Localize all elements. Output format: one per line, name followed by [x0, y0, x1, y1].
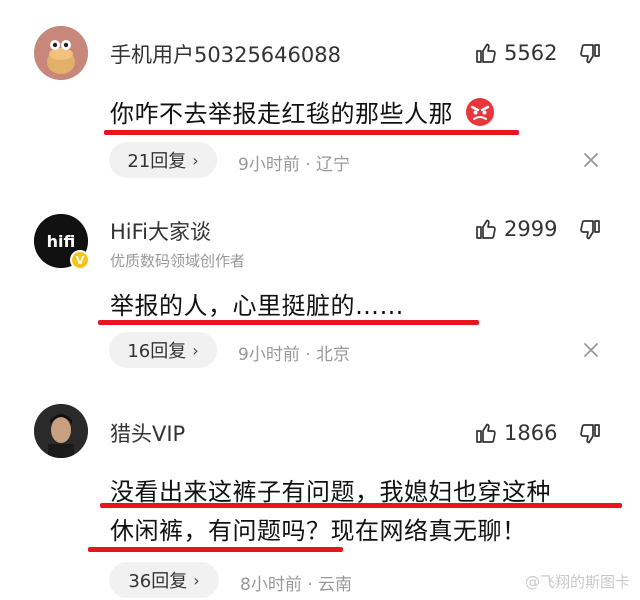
- like-button[interactable]: 1866: [474, 418, 557, 448]
- timestamp-location: 8小时前 · 云南: [240, 575, 353, 595]
- timestamp-location: 9小时前 · 北京: [238, 345, 351, 365]
- thumbs-down-icon[interactable]: [578, 218, 602, 242]
- replies-button[interactable]: 21回复 ›: [109, 142, 217, 178]
- comment-text: 你咋不去举报走红毯的那些人那: [110, 100, 453, 128]
- thumbs-down-icon[interactable]: [578, 422, 602, 446]
- username[interactable]: 猎头VIP: [110, 418, 185, 448]
- thumbs-up-icon: [476, 43, 496, 63]
- verified-badge-icon: V: [70, 250, 90, 270]
- replies-label: 16回复: [127, 341, 187, 362]
- watermark: @飞翔的斯图卡: [524, 573, 630, 591]
- comment-text-line: 你咋不去举报走红毯的那些人那: [110, 94, 495, 129]
- replies-label: 21回复: [127, 151, 187, 172]
- svg-text:hifi: hifi: [47, 232, 76, 251]
- like-count: 1866: [504, 421, 558, 445]
- close-icon[interactable]: [582, 151, 600, 169]
- red-underline: [100, 503, 622, 508]
- like-button[interactable]: 2999: [474, 214, 557, 244]
- thumbs-up-icon: [476, 423, 496, 443]
- red-underline: [98, 320, 479, 325]
- avatar[interactable]: [34, 404, 88, 458]
- chevron-right-icon: ›: [192, 150, 199, 170]
- cartoon-avatar-icon: [34, 26, 88, 80]
- username[interactable]: HiFi大家谈: [110, 216, 211, 246]
- like-count: 5562: [504, 41, 558, 65]
- author-title: 优质数码领域创作者: [110, 252, 246, 270]
- comment-1: 手机用户50325646088 5562 你咋不去举报走红毯的那些人那 21回复…: [0, 0, 640, 190]
- close-icon[interactable]: [582, 341, 600, 359]
- username[interactable]: 手机用户50325646088: [110, 39, 341, 69]
- comment-text-line-2: 休闲裤，有问题吗？现在网络真无聊！: [110, 517, 527, 545]
- like-button[interactable]: 5562: [474, 38, 557, 68]
- photo-avatar-icon: [34, 404, 88, 458]
- comment-text-line-1: 没看出来这裤子有问题，我媳妇也穿这种: [110, 478, 551, 506]
- comment-text: 举报的人，心里挺脏的……: [110, 292, 404, 320]
- comment-2: hifi V HiFi大家谈 优质数码领域创作者 2999 举报的人，心里挺脏的…: [0, 190, 640, 390]
- avatar[interactable]: [34, 26, 88, 80]
- replies-button[interactable]: 36回复 ›: [109, 562, 219, 598]
- replies-button[interactable]: 16回复 ›: [109, 332, 217, 368]
- red-underline: [88, 547, 343, 552]
- chevron-right-icon: ›: [192, 340, 199, 360]
- angry-face-emoji-icon: [466, 98, 495, 126]
- timestamp-location: 9小时前 · 辽宁: [238, 155, 351, 175]
- comment-3: 猎头VIP 1866 没看出来这裤子有问题，我媳妇也穿这种 休闲裤，有问题吗？现…: [0, 390, 640, 600]
- thumbs-down-icon[interactable]: [578, 42, 602, 66]
- red-underline: [104, 130, 519, 135]
- chevron-right-icon: ›: [193, 570, 200, 590]
- replies-label: 36回复: [128, 571, 188, 592]
- thumbs-up-icon: [476, 219, 496, 239]
- like-count: 2999: [504, 217, 558, 241]
